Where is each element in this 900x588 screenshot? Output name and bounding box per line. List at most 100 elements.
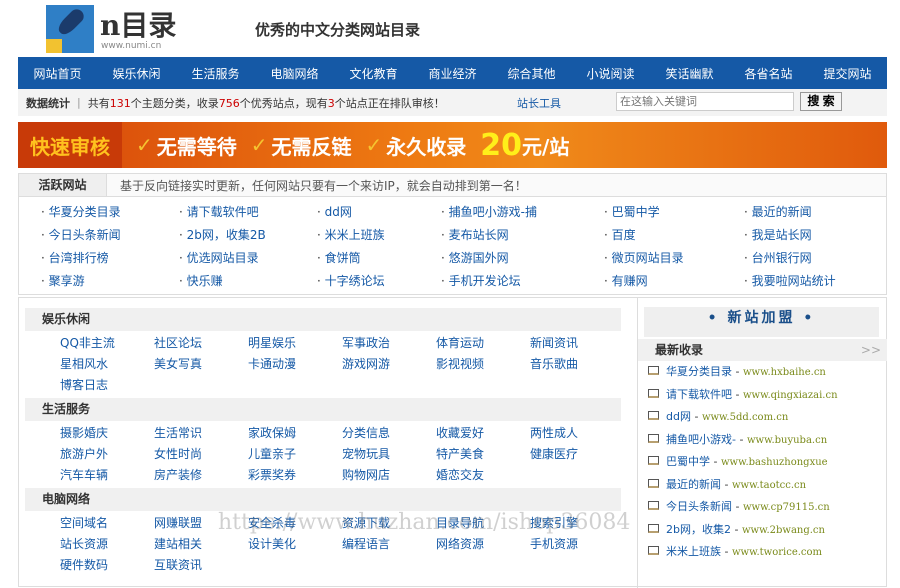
active-site-item: · 有赚网 bbox=[604, 274, 648, 288]
nav-item[interactable]: 文化教育 bbox=[349, 65, 397, 82]
category-link[interactable]: 购物网店 bbox=[342, 467, 436, 484]
category-link[interactable]: 编程语言 bbox=[342, 536, 436, 553]
category-link[interactable]: 彩票奖券 bbox=[248, 467, 342, 484]
category-link[interactable]: 特产美食 bbox=[436, 446, 530, 463]
category-link[interactable]: 家政保姆 bbox=[248, 425, 342, 442]
category-link[interactable]: 设计美化 bbox=[248, 536, 342, 553]
category-link[interactable]: 美女写真 bbox=[154, 356, 248, 373]
active-site-link[interactable]: 华夏分类目录 bbox=[49, 205, 121, 219]
category-title[interactable]: 娱乐休闲 bbox=[25, 308, 621, 331]
rocket-logo-icon[interactable] bbox=[46, 5, 94, 53]
site-icon bbox=[648, 456, 659, 465]
category-link[interactable]: 社区论坛 bbox=[154, 335, 248, 352]
category-link[interactable]: 空间域名 bbox=[60, 515, 154, 532]
active-site-link[interactable]: 百度 bbox=[612, 228, 636, 242]
nav-item[interactable]: 提交网站 bbox=[823, 65, 871, 82]
nav-item[interactable]: 笑话幽默 bbox=[665, 65, 713, 82]
category-link[interactable]: 硬件数码 bbox=[60, 557, 154, 574]
brand-name[interactable]: n目录 bbox=[100, 4, 176, 44]
active-site-link[interactable]: dd网 bbox=[325, 205, 352, 219]
active-site-link[interactable]: 今日头条新闻 bbox=[49, 228, 121, 242]
active-site-item: · 捕鱼吧小游戏-捕 bbox=[441, 205, 537, 219]
category-link[interactable]: 网络资源 bbox=[436, 536, 530, 553]
category-link[interactable]: 手机资源 bbox=[530, 536, 624, 553]
latest-site-link[interactable]: 捕鱼吧小游戏- bbox=[666, 433, 736, 446]
active-site-link[interactable]: 请下载软件吧 bbox=[187, 205, 259, 219]
category-link[interactable]: 音乐歌曲 bbox=[530, 356, 624, 373]
active-site-link[interactable]: 悠游国外网 bbox=[449, 251, 509, 265]
search-input[interactable] bbox=[616, 92, 794, 111]
nav-item[interactable]: 各省名站 bbox=[744, 65, 792, 82]
active-site-link[interactable]: 我是站长网 bbox=[752, 228, 812, 242]
nav-item[interactable]: 电脑网络 bbox=[270, 65, 318, 82]
active-site-link[interactable]: 我要啦网站统计 bbox=[752, 274, 836, 288]
category-link[interactable]: 女性时尚 bbox=[154, 446, 248, 463]
nav-item[interactable]: 小说阅读 bbox=[586, 65, 634, 82]
category-link[interactable]: 收藏爱好 bbox=[436, 425, 530, 442]
nav-item[interactable]: 网站首页 bbox=[33, 65, 81, 82]
active-site-link[interactable]: 有赚网 bbox=[612, 274, 648, 288]
category-link[interactable]: 儿童亲子 bbox=[248, 446, 342, 463]
category-link[interactable]: 宠物玩具 bbox=[342, 446, 436, 463]
latest-site-url: www.5dd.com.cn bbox=[701, 412, 789, 423]
active-site-link[interactable]: 麦布站长网 bbox=[449, 228, 509, 242]
active-site-link[interactable]: 台湾排行榜 bbox=[49, 251, 109, 265]
latest-site-link[interactable]: 最近的新闻 bbox=[666, 478, 721, 491]
latest-site-link[interactable]: 2b网，收集2 bbox=[666, 523, 731, 536]
active-site-link[interactable]: 十字绣论坛 bbox=[325, 274, 385, 288]
active-site-link[interactable]: 食饼筒 bbox=[325, 251, 361, 265]
latest-site-link[interactable]: 巴蜀中学 bbox=[666, 455, 710, 468]
active-site-link[interactable]: 台州银行网 bbox=[752, 251, 812, 265]
active-site-link[interactable]: 微页网站目录 bbox=[612, 251, 684, 265]
category-link[interactable]: 旅游户外 bbox=[60, 446, 154, 463]
category-link[interactable]: 摄影婚庆 bbox=[60, 425, 154, 442]
category-title[interactable]: 生活服务 bbox=[25, 398, 621, 421]
active-site-link[interactable]: 最近的新闻 bbox=[752, 205, 812, 219]
nav-item[interactable]: 综合其他 bbox=[507, 65, 555, 82]
active-site-link[interactable]: 巴蜀中学 bbox=[612, 205, 660, 219]
category-link[interactable]: 站长资源 bbox=[60, 536, 154, 553]
promo-banner[interactable]: 快速审核 ✓ 无需等待 ✓ 无需反链 ✓ 永久收录 20 元/站 bbox=[18, 122, 887, 168]
active-site-link[interactable]: 捕鱼吧小游戏-捕 bbox=[449, 205, 537, 219]
category-link[interactable]: 分类信息 bbox=[342, 425, 436, 442]
webmaster-tools-link[interactable]: 站长工具 bbox=[517, 95, 561, 111]
latest-site-link[interactable]: 华夏分类目录 bbox=[666, 365, 732, 378]
more-link[interactable]: >> bbox=[861, 339, 881, 361]
active-site-link[interactable]: 手机开发论坛 bbox=[449, 274, 521, 288]
category-link[interactable]: 明星娱乐 bbox=[248, 335, 342, 352]
latest-site-link[interactable]: 请下载软件吧 bbox=[666, 388, 732, 401]
category-link[interactable]: 新闻资讯 bbox=[530, 335, 624, 352]
latest-site-url: www.cp79115.cn bbox=[742, 502, 830, 513]
category-link[interactable]: 生活常识 bbox=[154, 425, 248, 442]
active-site-link[interactable]: 快乐赚 bbox=[187, 274, 223, 288]
latest-site-link[interactable]: dd网 bbox=[666, 410, 691, 423]
category-link[interactable]: 影视视频 bbox=[436, 356, 530, 373]
category-title[interactable]: 电脑网络 bbox=[25, 488, 621, 511]
latest-site-link[interactable]: 米米上班族 bbox=[666, 545, 721, 558]
category-link[interactable]: 婚恋交友 bbox=[436, 467, 530, 484]
category-link[interactable]: QQ非主流 bbox=[60, 335, 154, 352]
category-link[interactable]: 星相风水 bbox=[60, 356, 154, 373]
category-link[interactable]: 军事政治 bbox=[342, 335, 436, 352]
active-site-item: · dd网 bbox=[317, 205, 352, 219]
active-site-link[interactable]: 优选网站目录 bbox=[187, 251, 259, 265]
nav-item[interactable]: 商业经济 bbox=[428, 65, 476, 82]
nav-item[interactable]: 生活服务 bbox=[191, 65, 239, 82]
category-link[interactable]: 互联资讯 bbox=[154, 557, 248, 574]
category-link[interactable]: 体育运动 bbox=[436, 335, 530, 352]
category-link[interactable]: 健康医疗 bbox=[530, 446, 624, 463]
category-link[interactable]: 两性成人 bbox=[530, 425, 624, 442]
nav-item[interactable]: 娱乐休闲 bbox=[112, 65, 160, 82]
category-link[interactable]: 卡通动漫 bbox=[248, 356, 342, 373]
search-button[interactable]: 搜 索 bbox=[800, 92, 842, 111]
active-site-link[interactable]: 米米上班族 bbox=[325, 228, 385, 242]
category-link[interactable]: 房产装修 bbox=[154, 467, 248, 484]
active-site-link[interactable]: 聚享游 bbox=[49, 274, 85, 288]
category-link[interactable]: 汽车车辆 bbox=[60, 467, 154, 484]
new-site-join-button[interactable]: • 新站加盟 • bbox=[644, 307, 879, 337]
latest-site-link[interactable]: 今日头条新闻 bbox=[666, 500, 732, 513]
active-site-link[interactable]: 2b网，收集2B bbox=[187, 228, 266, 242]
category-link[interactable]: 游戏网游 bbox=[342, 356, 436, 373]
category-link[interactable]: 建站相关 bbox=[154, 536, 248, 553]
category-link[interactable]: 博客日志 bbox=[60, 377, 154, 394]
